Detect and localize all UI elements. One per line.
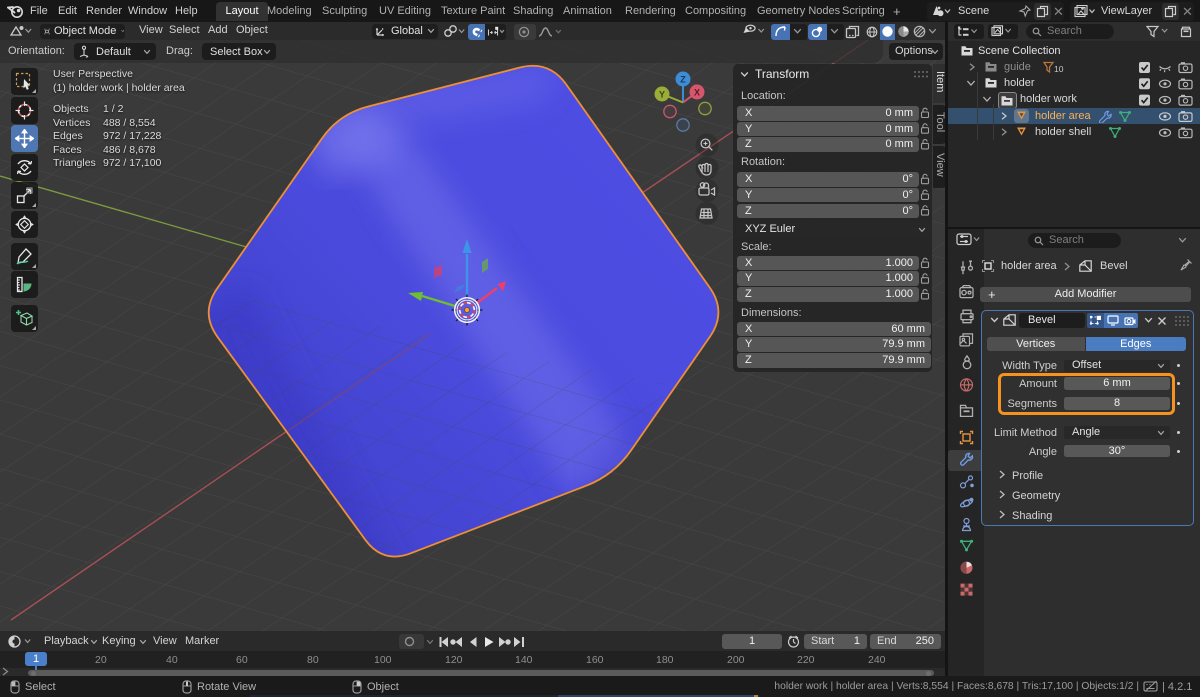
- svg-text:10: 10: [1054, 64, 1064, 74]
- svg-text:Y: Y: [659, 89, 665, 99]
- svg-text:Z: Z: [680, 74, 686, 84]
- svg-text:X: X: [694, 87, 700, 97]
